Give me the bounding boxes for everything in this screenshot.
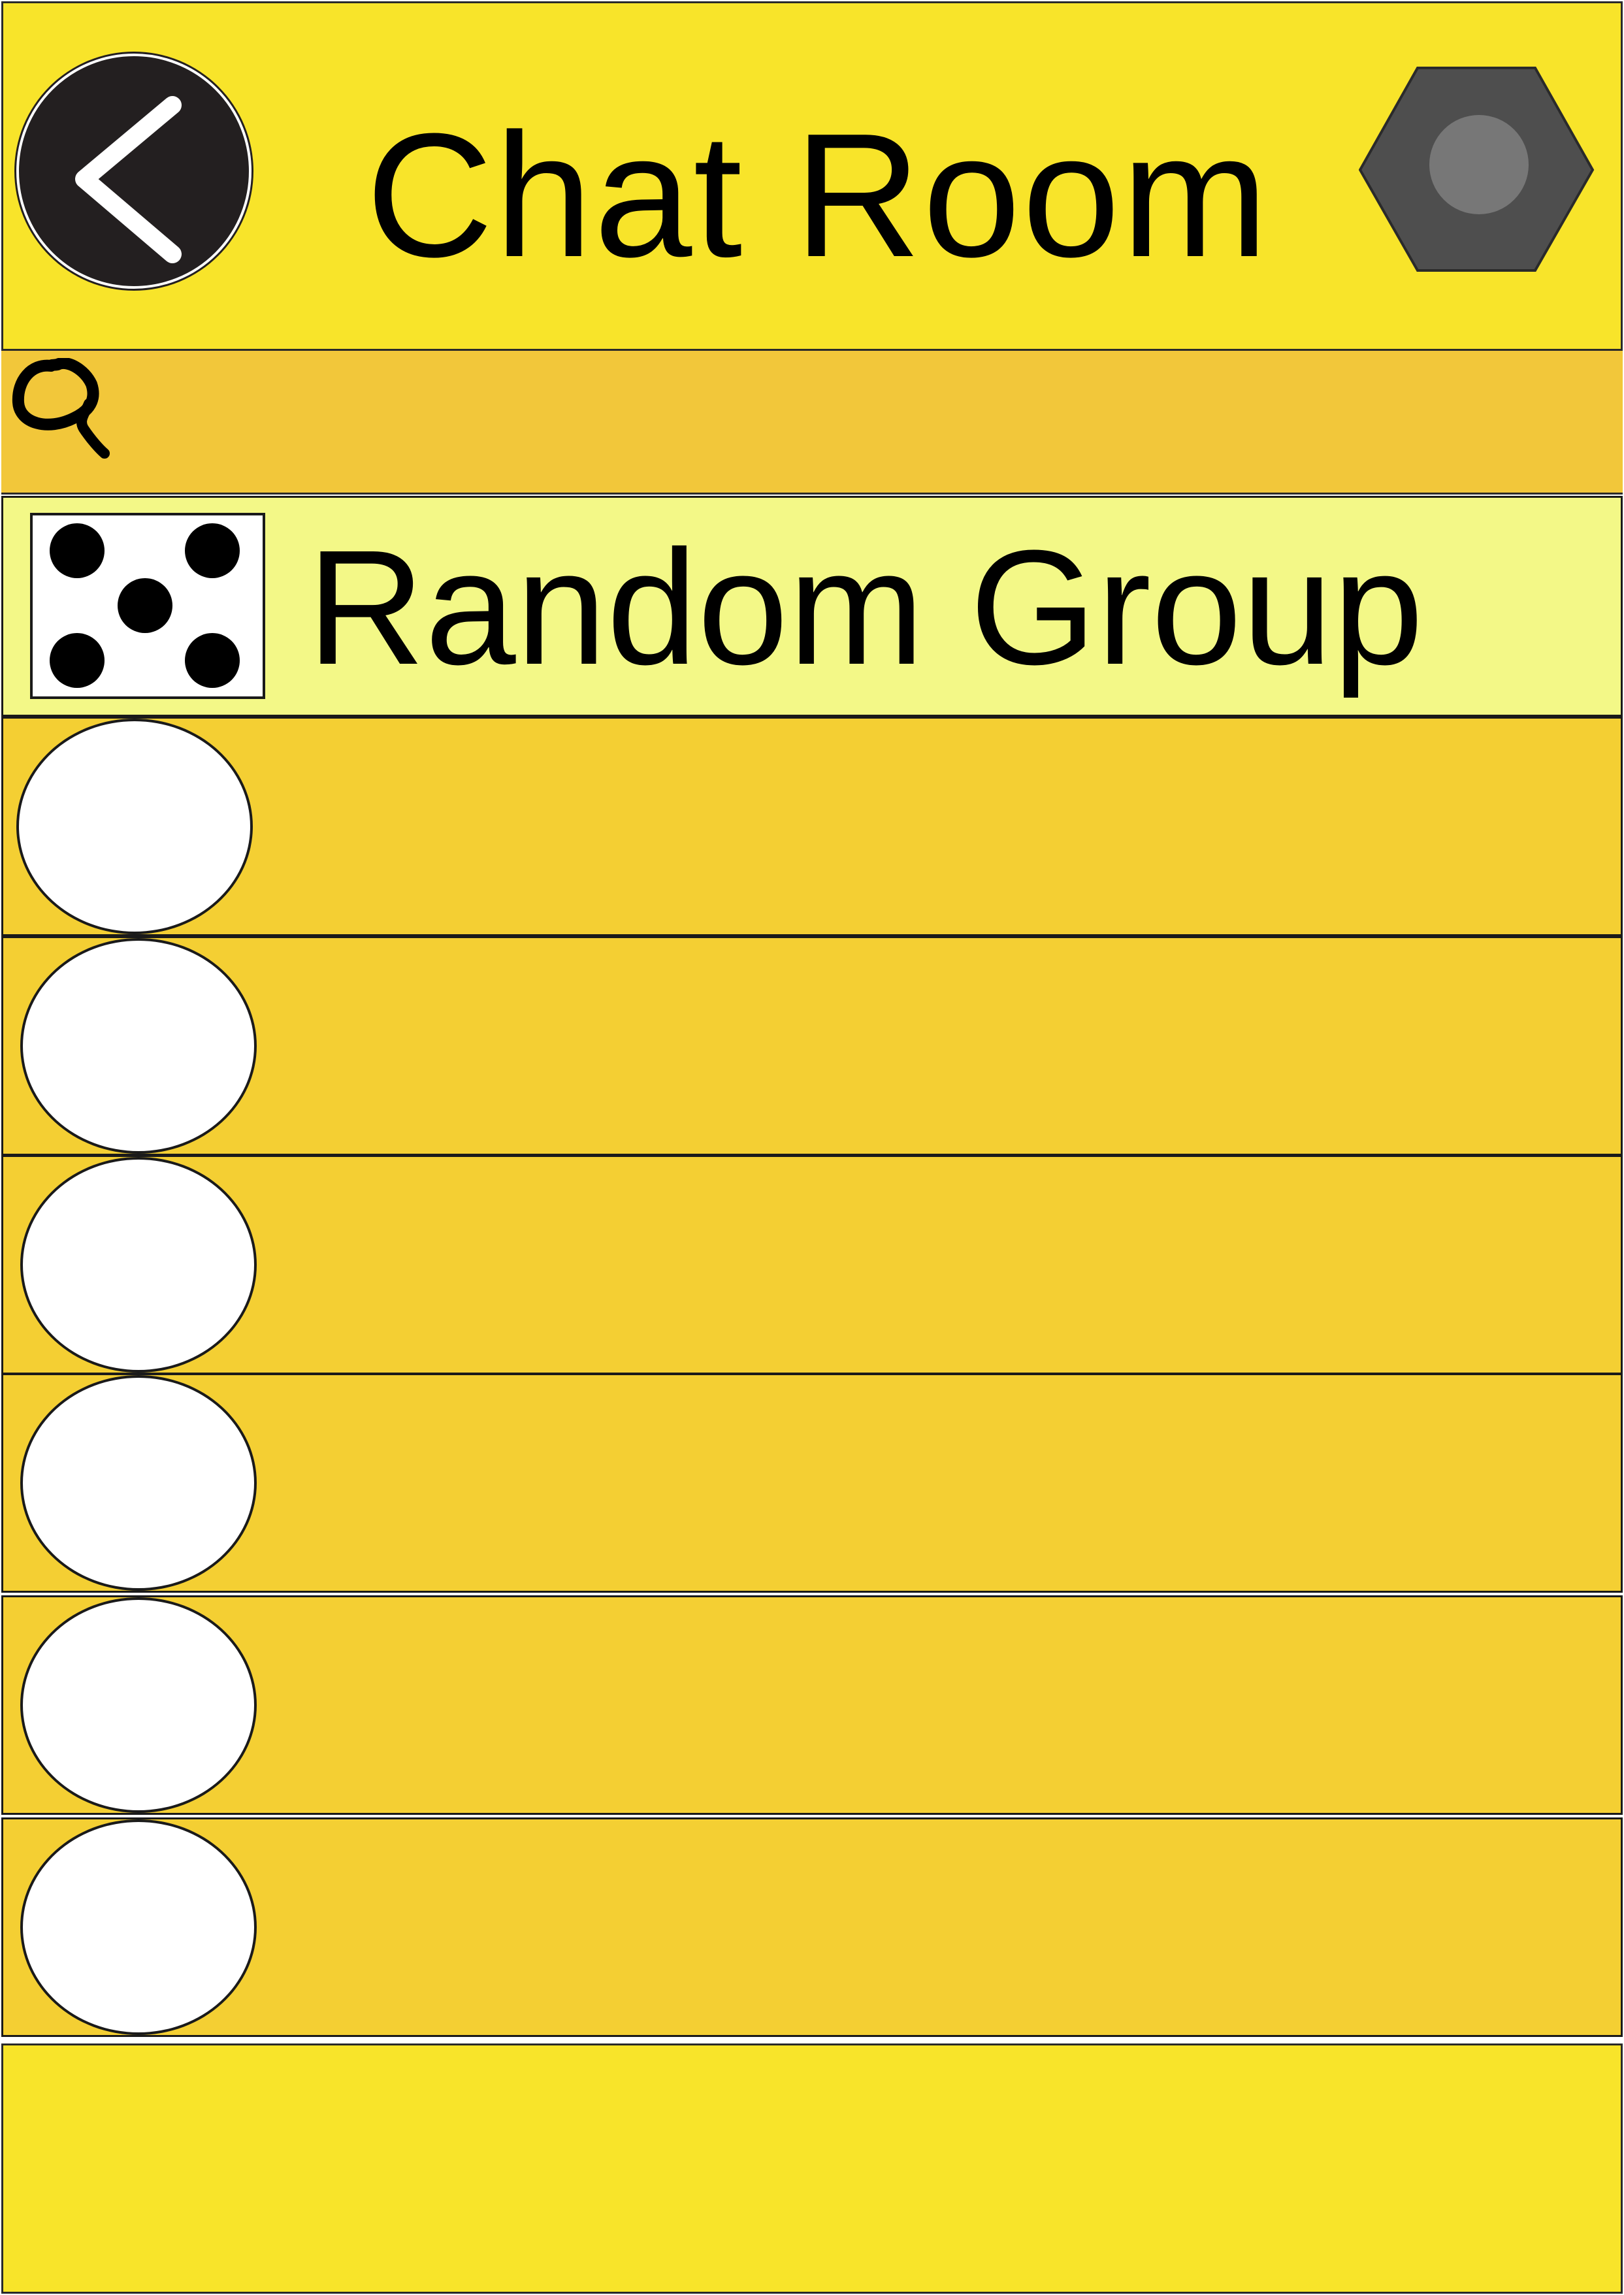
chat-row[interactable] (1, 936, 1623, 1156)
chat-room-screen: Chat Room Random Group (0, 0, 1624, 2295)
avatar (16, 719, 253, 934)
chat-row[interactable] (1, 1595, 1623, 1815)
chat-row[interactable] (1, 717, 1623, 936)
search-bar[interactable] (1, 351, 1623, 495)
avatar (20, 938, 257, 1154)
dice-five-icon (30, 513, 265, 699)
back-button[interactable] (16, 54, 252, 289)
chat-row[interactable] (1, 1155, 1623, 1375)
group-label: Random Group (307, 516, 1424, 698)
search-icon[interactable] (12, 357, 120, 476)
avatar (20, 1819, 257, 2035)
avatar (20, 1157, 257, 1373)
chevron-left-icon (75, 96, 182, 263)
avatar (20, 1597, 257, 1813)
avatar (20, 1375, 257, 1591)
chat-row[interactable] (1, 1817, 1623, 2037)
hexagon-settings-icon (1358, 67, 1595, 272)
page-title: Chat Room (366, 97, 1270, 294)
chat-row[interactable] (1, 1373, 1623, 1593)
footer-bar (1, 2043, 1623, 2294)
settings-button[interactable] (1358, 65, 1597, 274)
